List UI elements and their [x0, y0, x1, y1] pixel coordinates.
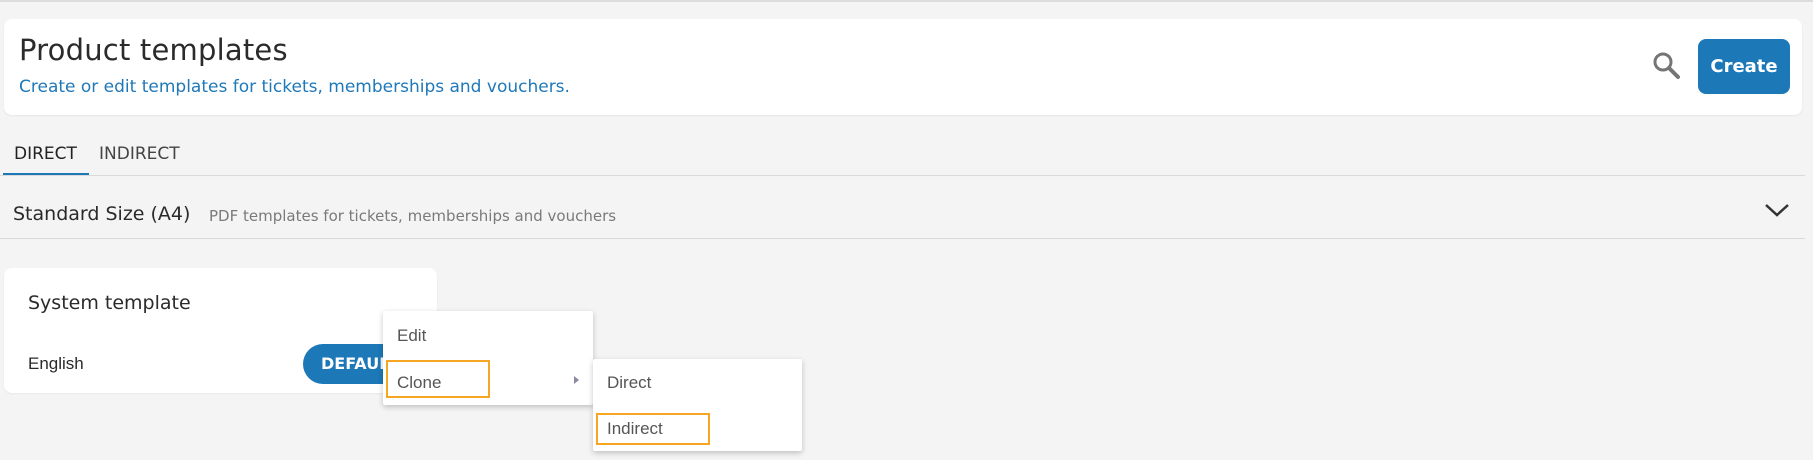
submenu-item-direct[interactable]: Direct: [593, 361, 802, 405]
page-subtitle: Create or edit templates for tickets, me…: [19, 77, 570, 97]
menu-item-label: Edit: [397, 326, 427, 345]
context-menu: Edit Clone: [383, 311, 593, 405]
page-header: Product templates Create or edit templat…: [4, 19, 1802, 115]
template-card[interactable]: System template English DEFAULT: [4, 268, 437, 393]
top-border: [0, 0, 1813, 2]
search-button[interactable]: [1650, 49, 1684, 83]
template-language: English: [28, 354, 84, 373]
create-button[interactable]: Create: [1698, 39, 1790, 94]
menu-item-label: Clone: [397, 373, 442, 392]
submenu-item-indirect[interactable]: Indirect: [593, 407, 802, 451]
section-description: PDF templates for tickets, memberships a…: [209, 207, 617, 225]
page-title: Product templates: [19, 33, 288, 67]
menu-item-clone[interactable]: Clone: [383, 361, 593, 405]
tab-indirect[interactable]: INDIRECT: [99, 144, 180, 164]
template-title: System template: [28, 292, 191, 314]
menu-item-edit[interactable]: Edit: [383, 314, 593, 358]
menu-item-label: Direct: [607, 373, 652, 392]
clone-submenu: Direct Indirect: [593, 359, 802, 451]
submenu-arrow-icon: [574, 376, 579, 384]
section-header-standard-size[interactable]: Standard Size (A4) PDF templates for tic…: [0, 176, 1805, 238]
search-icon: [1653, 52, 1680, 79]
divider: [0, 238, 1805, 239]
chevron-down-icon[interactable]: [1762, 200, 1792, 220]
section-title: Standard Size (A4): [13, 203, 191, 225]
tab-direct[interactable]: DIRECT: [14, 144, 77, 164]
menu-item-label: Indirect: [607, 419, 663, 438]
